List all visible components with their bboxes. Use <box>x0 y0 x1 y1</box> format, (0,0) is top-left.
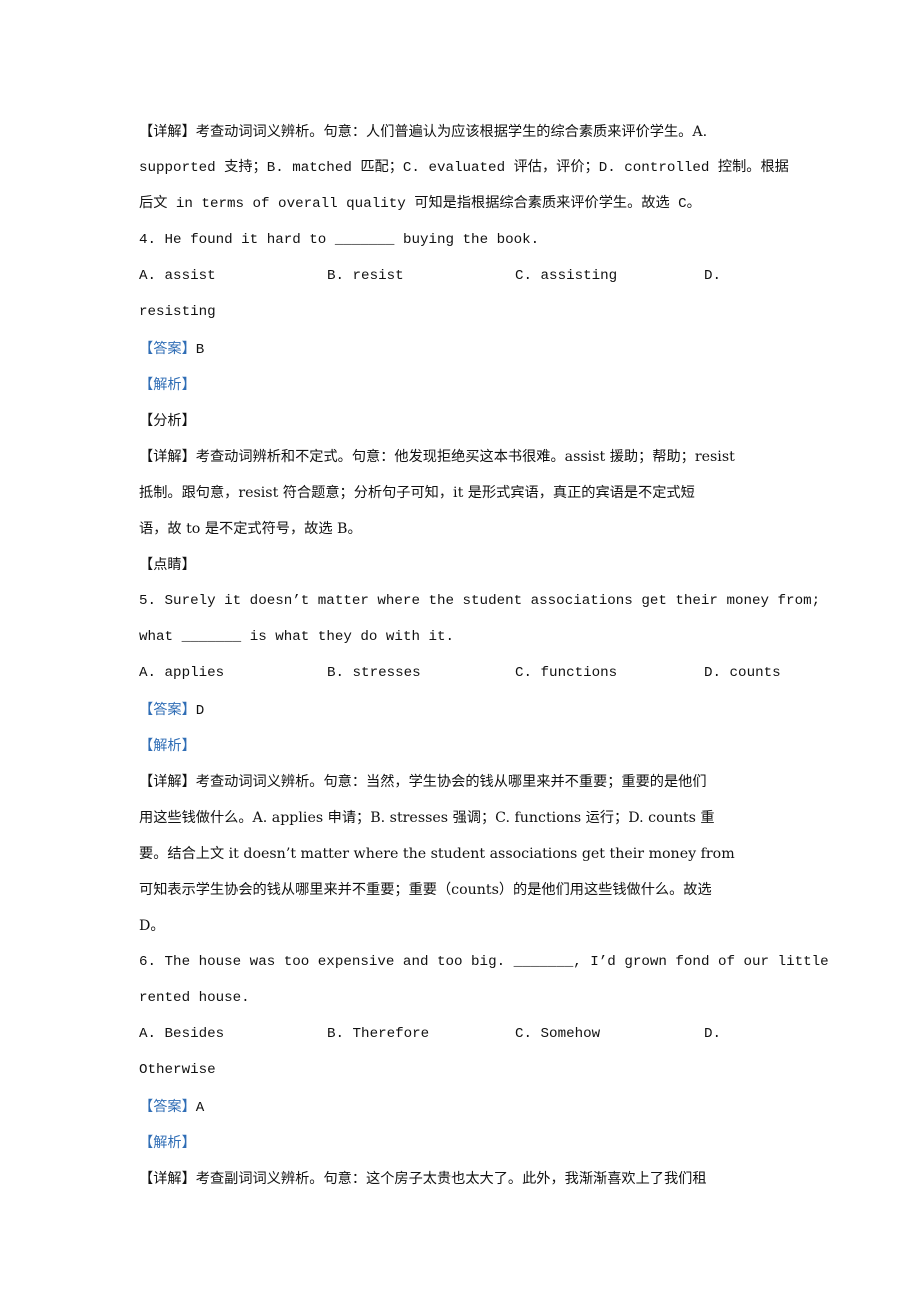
answer-label: 【答案】 <box>139 701 196 718</box>
option-d: D. <box>704 268 722 285</box>
detail-label: 【详解】 <box>139 448 196 465</box>
option-a: A. Besides <box>139 1026 225 1043</box>
q6-option-d-wrap: Otherwise <box>139 1062 216 1079</box>
q6-analysis-label: 【解析】 <box>139 1134 196 1151</box>
detail-label: 【详解】 <box>139 1170 196 1187</box>
q5-detail-line-1: 【详解】考查动词词义辨析。句意：当然，学生协会的钱从哪里来并不重要；重要的是他们 <box>139 773 707 790</box>
answer-label: 【答案】 <box>139 340 196 357</box>
q4-fenxi-label: 【分析】 <box>139 412 196 429</box>
q5-stem-line-2: what _______ is what they do with it. <box>139 629 455 646</box>
q4-answer: 【答案】B <box>139 331 819 367</box>
q5-detail-line-4: 可知表示学生协会的钱从哪里来并不重要；重要（counts）的是他们用这些钱做什么… <box>139 881 712 898</box>
q5-stem-line-1: 5. Surely it doesn’t matter where the st… <box>139 593 821 610</box>
q5-analysis-label: 【解析】 <box>139 737 196 754</box>
q4-detail-line-1: 【详解】考查动词辨析和不定式。句意：他发现拒绝买这本书很难。assist 援助；… <box>139 448 735 465</box>
answer-value: A <box>195 1099 205 1116</box>
answer-blank: _______ <box>181 629 242 646</box>
document-page: 【详解】考查动词词义辨析。句意：人们普遍认为应该根据学生的综合素质来评价学生。A… <box>139 114 829 1197</box>
q4-dianjing-label: 【点睛】 <box>139 557 196 574</box>
q5-options: A. applies B. stresses C. functions D. c… <box>139 655 819 691</box>
option-c: C. assisting <box>515 268 618 285</box>
answer-value: B <box>195 341 205 358</box>
q4-stem: 4. He found it hard to _______ buying th… <box>139 232 540 249</box>
option-b: B. stresses <box>327 665 421 682</box>
option-a: A. applies <box>139 665 225 682</box>
q6-answer: 【答案】A <box>139 1089 819 1125</box>
option-d: D. <box>704 1026 722 1043</box>
q3-detail-line-1: 【详解】考查动词词义辨析。句意：人们普遍认为应该根据学生的综合素质来评价学生。A… <box>139 124 708 140</box>
option-b: B. Therefore <box>327 1026 430 1043</box>
option-b: B. resist <box>327 268 404 285</box>
option-a: A. assist <box>139 268 216 285</box>
q6-options: A. Besides B. Therefore C. Somehow D. <box>139 1016 819 1052</box>
answer-blank: _______ <box>334 232 395 249</box>
q5-detail-line-2: 用这些钱做什么。A. applies 申请；B. stresses 强调；C. … <box>139 809 715 826</box>
q6-detail-line-1: 【详解】考查副词词义辨析。句意：这个房子太贵也太大了。此外，我渐渐喜欢上了我们租 <box>139 1170 707 1187</box>
q4-option-d-wrap: resisting <box>139 304 216 321</box>
q6-stem-line-1: 6. The house was too expensive and too b… <box>139 954 829 971</box>
q4-options: A. assist B. resist C. assisting D. <box>139 258 819 294</box>
q3-detail-line-2: supported 支持；B. matched 匹配；C. evaluated … <box>139 160 789 177</box>
q3-detail-line-3: 后文 in terms of overall quality 可知是指根据综合素… <box>139 196 701 213</box>
q5-detail-line-3: 要。结合上文 it doesn’t matter where the stude… <box>139 845 735 862</box>
q4-analysis-label: 【解析】 <box>139 376 196 393</box>
answer-value: D <box>195 702 205 719</box>
answer-label: 【答案】 <box>139 1098 196 1115</box>
q5-detail-line-5: D。 <box>139 918 165 935</box>
q4-detail-line-3: 语，故 to 是不定式符号，故选 B。 <box>139 521 362 538</box>
option-d: D. counts <box>704 665 781 682</box>
option-c: C. Somehow <box>515 1026 601 1043</box>
q5-answer: 【答案】D <box>139 692 819 728</box>
detail-label: 【详解】 <box>139 124 196 140</box>
answer-blank: _______ <box>513 954 574 971</box>
q4-detail-line-2: 抵制。跟句意，resist 符合题意；分析句子可知，it 是形式宾语，真正的宾语… <box>139 484 695 501</box>
detail-label: 【详解】 <box>139 773 196 790</box>
option-c: C. functions <box>515 665 618 682</box>
q6-stem-line-2: rented house. <box>139 990 250 1007</box>
